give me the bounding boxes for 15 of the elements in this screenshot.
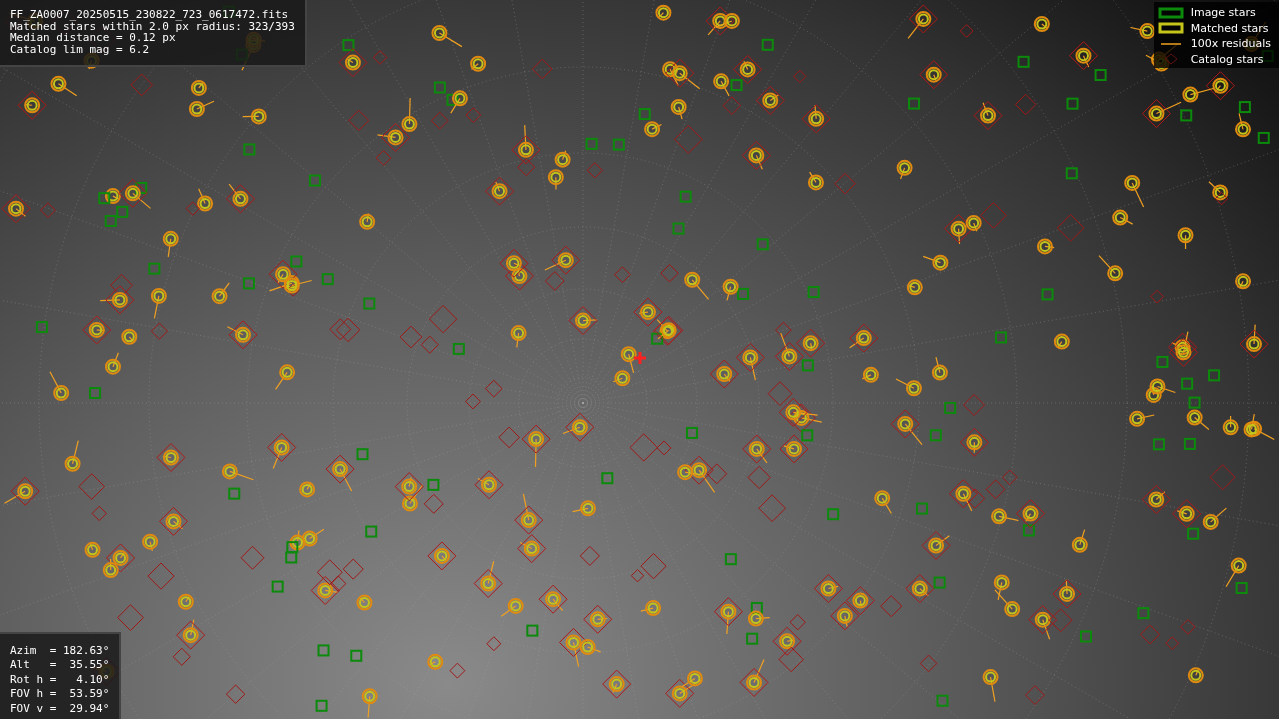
pointing-text: FOV v = 29.94° — [10, 701, 110, 715]
legend-label: Image stars — [1190, 6, 1256, 20]
pointing-text: FOV h = 53.59° — [10, 687, 110, 701]
info-text: Matched stars within 2.0 px radius: 323/393 — [10, 20, 295, 32]
pointing-text: Azim = 182.63° — [10, 643, 110, 657]
info-text: FF_ZA0007_20250515_230822_723_0617472.fits — [10, 9, 290, 21]
info-text: Median distance = 0.12 px — [10, 32, 176, 44]
legend-label: Matched stars — [1190, 21, 1269, 35]
legend-label: Catalog stars — [1190, 52, 1264, 66]
rectangle-outline-icon — [1157, 6, 1184, 19]
rectangle-frame-icon — [1157, 22, 1184, 35]
info-text: Catalog lim mag = 6.2 — [10, 43, 151, 55]
pointing-text: Rot h = 4.10° — [10, 672, 110, 686]
pointing-text: Alt = 35.55° — [10, 658, 110, 672]
legend-label: 100x residuals — [1190, 37, 1271, 51]
